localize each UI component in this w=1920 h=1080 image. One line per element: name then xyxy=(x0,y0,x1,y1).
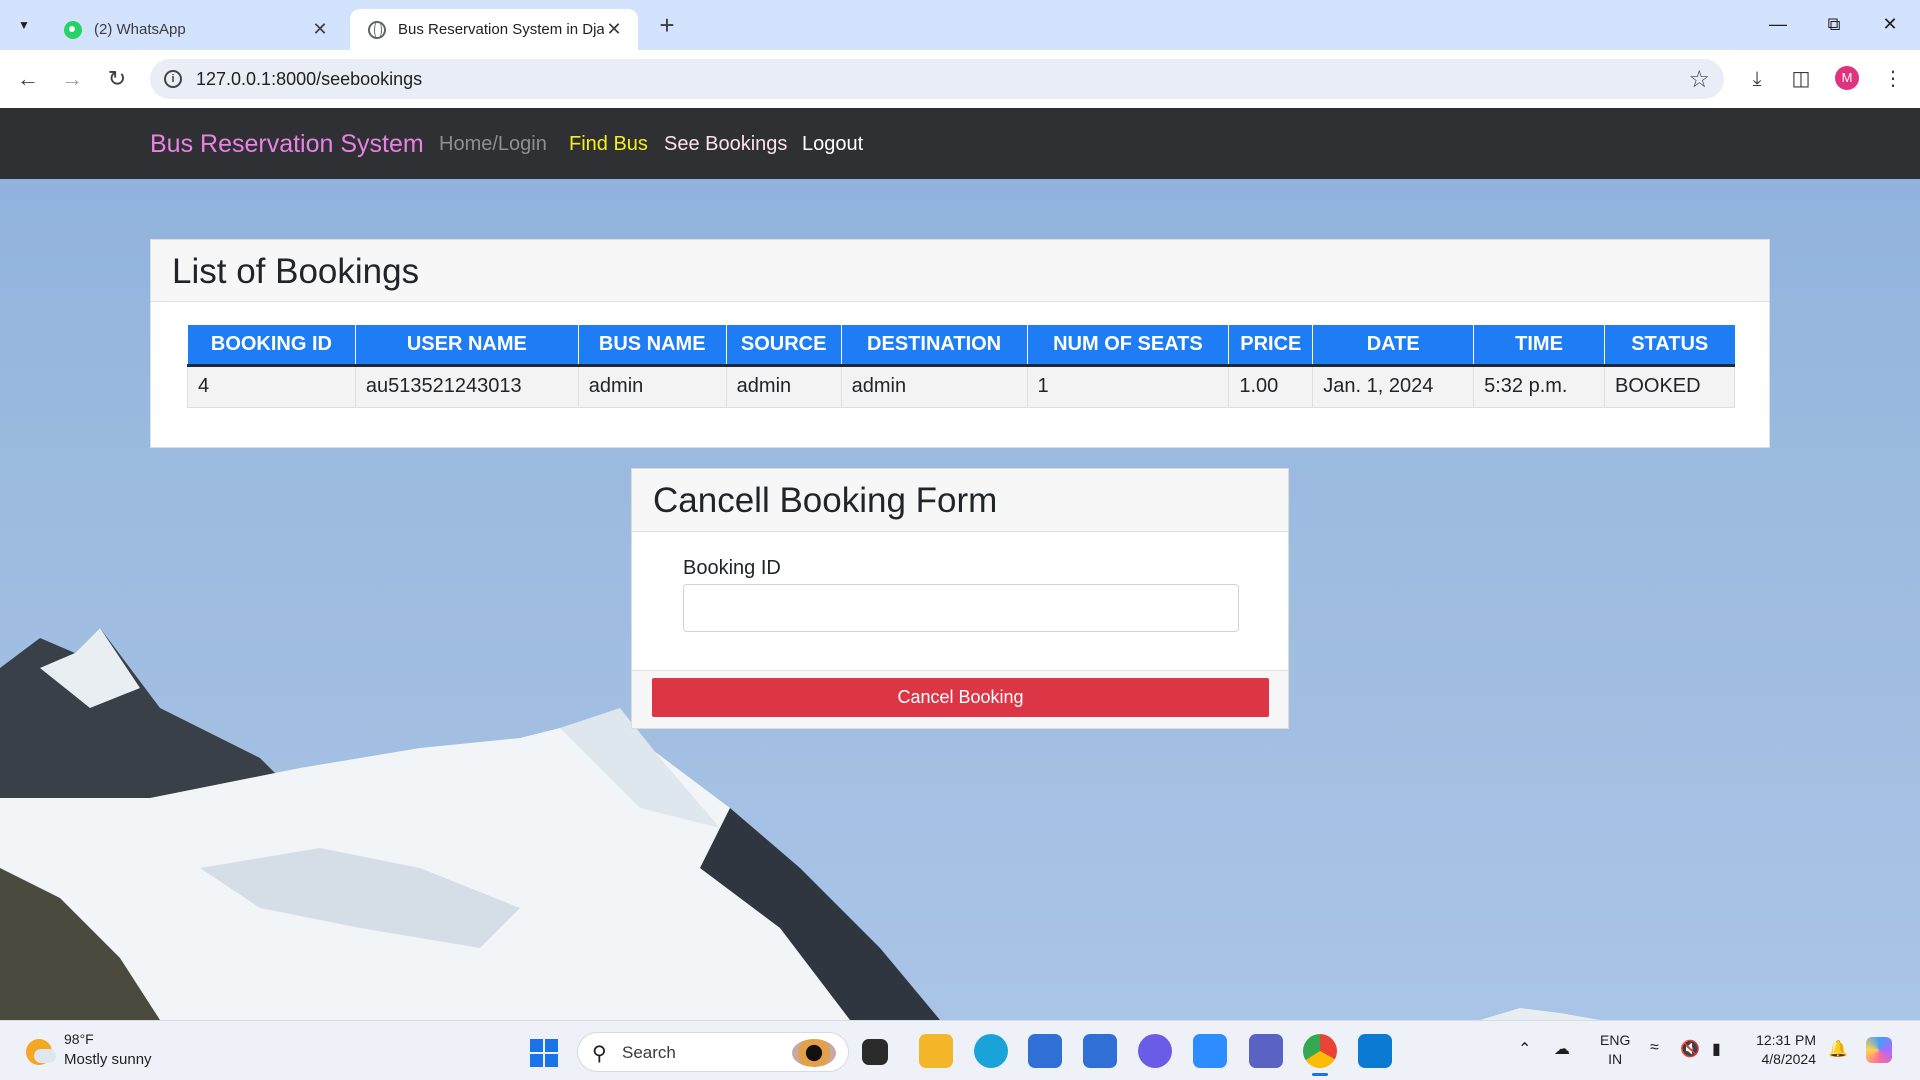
onedrive-icon[interactable]: ☁ xyxy=(1554,1039,1570,1059)
tab-bus-reservation[interactable]: Bus Reservation System in Djan ✕ xyxy=(350,9,638,50)
table-row: 4 au513521243013 admin admin admin 1 1.0… xyxy=(187,364,1736,408)
page-viewport: Bus Reservation System Home/Login Find B… xyxy=(0,108,1920,1020)
restore-icon[interactable]: ⧉ xyxy=(1806,8,1862,40)
col-date: DATE xyxy=(1312,325,1474,367)
volume-muted-icon[interactable]: 🔇 xyxy=(1680,1039,1700,1059)
side-panel-icon[interactable]: ◫ xyxy=(1786,64,1816,94)
col-time: TIME xyxy=(1473,325,1605,367)
system-clock[interactable]: 12:31 PM 4/8/2024 xyxy=(1746,1031,1816,1069)
close-window-icon[interactable]: ✕ xyxy=(1862,8,1918,40)
zoom-icon[interactable] xyxy=(1193,1034,1227,1068)
col-booking-id: BOOKING ID xyxy=(187,325,356,367)
booking-id-input[interactable] xyxy=(683,584,1239,632)
tab-search-chevron-icon[interactable]: ▼ xyxy=(10,12,38,38)
cell-time: 5:32 p.m. xyxy=(1473,364,1605,408)
browser-toolbar: ← → ↻ i 127.0.0.1:8000/seebookings ☆ ⤓ ◫… xyxy=(0,50,1920,108)
back-icon[interactable]: ← xyxy=(12,63,44,95)
cell-num-seats: 1 xyxy=(1026,364,1230,408)
site-navbar: Bus Reservation System Home/Login Find B… xyxy=(0,108,1920,179)
tab-whatsapp[interactable]: (2) WhatsApp ✕ xyxy=(46,9,344,50)
cell-status: BOOKED xyxy=(1603,364,1736,408)
bookings-title: List of Bookings xyxy=(172,252,420,291)
col-destination: DESTINATION xyxy=(840,325,1028,367)
tray-overflow-icon[interactable]: ⌃ xyxy=(1518,1039,1531,1059)
profile-avatar[interactable]: M xyxy=(1835,66,1859,90)
cell-user-name: au513521243013 xyxy=(354,364,579,408)
col-source: SOURCE xyxy=(725,325,842,367)
address-bar[interactable]: i 127.0.0.1:8000/seebookings ☆ xyxy=(150,59,1724,99)
cell-bus-name: admin xyxy=(577,364,727,408)
clock-date: 4/8/2024 xyxy=(1761,1051,1817,1067)
cancel-card-header: Cancell Booking Form xyxy=(632,469,1288,532)
copilot-icon[interactable] xyxy=(1866,1037,1892,1063)
col-status: STATUS xyxy=(1603,325,1735,367)
cancel-booking-button[interactable]: Cancel Booking xyxy=(652,678,1269,717)
download-icon[interactable]: ⤓ xyxy=(1742,64,1772,94)
notification-bell-icon[interactable]: 🔔 xyxy=(1828,1039,1848,1059)
weather-sun-icon[interactable] xyxy=(26,1039,56,1065)
bookings-table: BOOKING ID USER NAME BUS NAME SOURCE DES… xyxy=(187,325,1736,408)
store-icon[interactable] xyxy=(1028,1034,1062,1068)
task-view-icon[interactable] xyxy=(862,1039,888,1065)
bookings-card-header: List of Bookings xyxy=(151,240,1769,302)
cancel-form-title: Cancell Booking Form xyxy=(653,481,998,520)
cancel-booking-card: Cancell Booking Form Booking ID Cancel B… xyxy=(631,468,1289,729)
site-info-icon[interactable]: i xyxy=(164,70,182,88)
booking-id-label: Booking ID xyxy=(683,557,781,579)
col-user-name: USER NAME xyxy=(354,325,579,367)
bookmark-star-icon[interactable]: ☆ xyxy=(1688,65,1710,94)
minimize-icon[interactable]: — xyxy=(1750,8,1806,40)
forward-icon[interactable]: → xyxy=(56,63,88,95)
lang-top: ENG xyxy=(1600,1032,1631,1048)
tab-title: (2) WhatsApp xyxy=(94,21,186,38)
nav-find-bus[interactable]: Find Bus xyxy=(569,133,648,156)
url-text[interactable]: 127.0.0.1:8000/seebookings xyxy=(196,69,422,90)
app-circle-icon[interactable] xyxy=(1138,1034,1172,1068)
windows-start-icon[interactable] xyxy=(530,1039,558,1067)
new-tab-icon[interactable]: + xyxy=(652,10,682,40)
brand-link[interactable]: Bus Reservation System xyxy=(150,130,424,159)
weather-temp[interactable]: 98°F xyxy=(64,1031,94,1047)
language-indicator[interactable]: ENG IN xyxy=(1600,1031,1630,1069)
cell-date: Jan. 1, 2024 xyxy=(1312,364,1475,408)
globe-icon xyxy=(368,20,386,39)
close-tab-icon[interactable]: ✕ xyxy=(310,19,330,40)
wifi-icon[interactable]: ≈ xyxy=(1650,1039,1659,1057)
browser-tab-bar: ▼ (2) WhatsApp ✕ Bus Reservation System … xyxy=(0,0,1920,50)
cell-booking-id: 4 xyxy=(187,364,356,408)
reload-icon[interactable]: ↻ xyxy=(101,63,133,95)
tab-title: Bus Reservation System in Djan xyxy=(398,21,604,38)
nav-home-login[interactable]: Home/Login xyxy=(439,133,547,156)
app-icon[interactable] xyxy=(1083,1034,1117,1068)
menu-kebab-icon[interactable]: ⋮ xyxy=(1878,64,1908,94)
weather-desc[interactable]: Mostly sunny xyxy=(64,1051,152,1068)
file-explorer-icon[interactable] xyxy=(919,1034,953,1068)
lang-bottom: IN xyxy=(1608,1051,1623,1067)
windows-taskbar: 98°F Mostly sunny ⚲ Search ⌃ ☁ ENG IN ≈ … xyxy=(0,1020,1920,1080)
nav-see-bookings[interactable]: See Bookings xyxy=(664,133,787,156)
chrome-icon[interactable] xyxy=(1303,1034,1337,1076)
col-price: PRICE xyxy=(1228,325,1313,367)
cell-source: admin xyxy=(725,364,842,408)
close-tab-icon[interactable]: ✕ xyxy=(604,19,624,40)
taskbar-search[interactable]: ⚲ Search xyxy=(577,1032,849,1072)
cell-price: 1.00 xyxy=(1228,364,1314,408)
col-bus-name: BUS NAME xyxy=(577,325,727,367)
battery-icon[interactable]: ▮ xyxy=(1712,1039,1721,1059)
bookings-card: List of Bookings BOOKING ID USER NAME BU… xyxy=(150,239,1770,448)
search-highlight-icon xyxy=(792,1039,836,1067)
search-icon: ⚲ xyxy=(592,1043,607,1065)
whatsapp-icon xyxy=(64,20,82,39)
vscode-icon[interactable] xyxy=(1358,1034,1392,1068)
table-header-row: BOOKING ID USER NAME BUS NAME SOURCE DES… xyxy=(187,325,1735,367)
clock-time: 12:31 PM xyxy=(1756,1032,1816,1048)
col-num-seats: NUM OF SEATS xyxy=(1026,325,1229,367)
nav-logout[interactable]: Logout xyxy=(802,133,863,156)
teams-icon[interactable] xyxy=(1249,1034,1283,1068)
cell-destination: admin xyxy=(840,364,1028,408)
search-placeholder: Search xyxy=(622,1043,676,1062)
edge-icon[interactable] xyxy=(974,1034,1008,1068)
